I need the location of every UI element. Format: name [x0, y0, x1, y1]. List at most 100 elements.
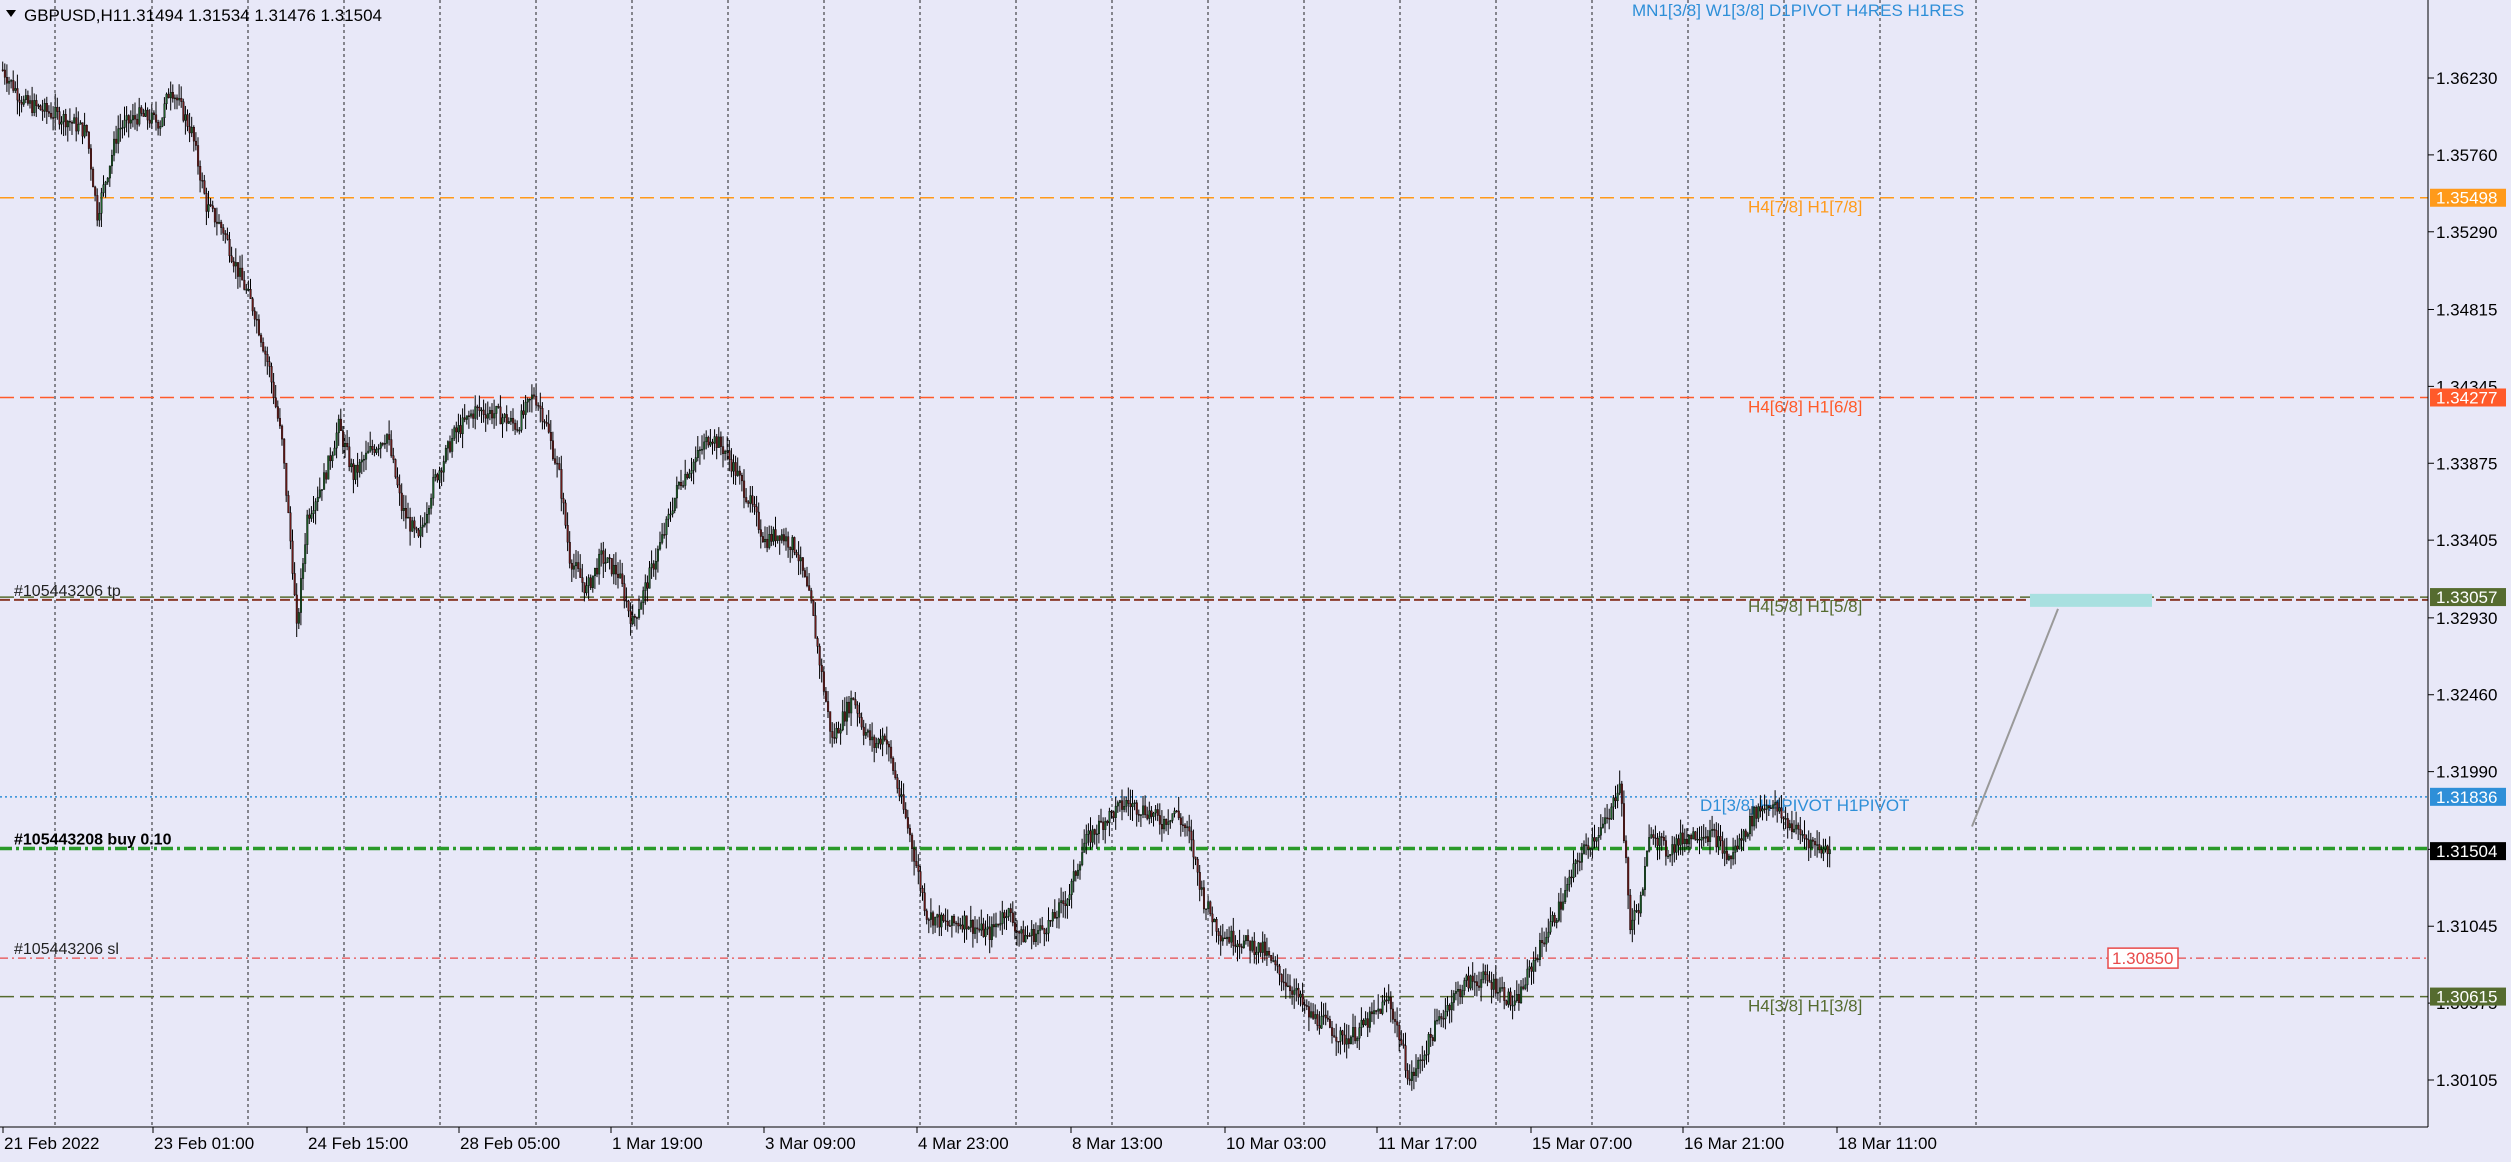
- candle-body: [1009, 908, 1012, 914]
- candle-body: [1734, 845, 1737, 853]
- candle-body: [1282, 981, 1285, 984]
- time-tick-label: 15 Mar 07:00: [1532, 1134, 1632, 1153]
- candle-body: [1137, 814, 1140, 816]
- candle-body: [890, 746, 893, 759]
- candle-body: [1669, 854, 1672, 857]
- candle-body: [1043, 928, 1046, 934]
- candle-body: [274, 397, 277, 407]
- candle-body: [163, 103, 166, 118]
- candle-body: [1156, 809, 1159, 816]
- candle-body: [1083, 842, 1086, 853]
- candle-body: [419, 526, 422, 537]
- candle-body: [304, 544, 307, 564]
- candle-body: [1467, 975, 1470, 989]
- candle-body: [759, 529, 762, 537]
- candle-body: [1694, 831, 1697, 840]
- candle-body: [730, 459, 733, 472]
- candle-body: [1793, 828, 1796, 833]
- candle-body: [1335, 1036, 1338, 1042]
- candle-body: [766, 538, 769, 548]
- candle-body: [1553, 915, 1556, 923]
- candle-body: [1509, 991, 1512, 1006]
- candle-body: [1360, 1019, 1363, 1028]
- candle-body: [722, 446, 725, 454]
- candle-body: [1389, 997, 1392, 1010]
- chart-window[interactable]: H4[7/8] H1[7/8] H4[6/8] H1[6/8] H4[5/8] H1…: [0, 0, 2511, 1157]
- time-tick-label: 23 Feb 01:00: [154, 1134, 254, 1153]
- candle-body: [1658, 836, 1661, 846]
- candle-body: [734, 462, 737, 476]
- candle-body: [627, 600, 630, 612]
- candle-body: [1635, 910, 1638, 912]
- candle-body: [1585, 844, 1588, 846]
- candle-body: [60, 121, 63, 125]
- candle-body: [953, 915, 956, 924]
- candle-body: [283, 438, 286, 464]
- candle-body: [402, 508, 405, 511]
- ohlc-values: 1.31494 1.31534 1.31476 1.31504: [122, 6, 382, 25]
- candle-body: [617, 573, 620, 578]
- candle-body: [629, 610, 632, 624]
- candle-body: [1440, 1016, 1443, 1019]
- candle-body: [864, 732, 867, 736]
- candle-body: [1053, 912, 1056, 919]
- candle-body: [661, 534, 664, 543]
- candle-body: [1341, 1030, 1344, 1036]
- candle-body: [1394, 1019, 1397, 1022]
- candle-body: [1312, 1011, 1315, 1019]
- candle-body: [386, 434, 389, 444]
- candle-body: [1398, 1024, 1401, 1040]
- candle-body: [1202, 887, 1205, 910]
- candle-body: [1488, 980, 1491, 983]
- candle-body: [1677, 838, 1680, 846]
- candle-body: [48, 111, 51, 114]
- candle-body: [1129, 803, 1132, 808]
- candle-body: [512, 417, 515, 424]
- candle-body: [1698, 838, 1701, 841]
- candle-body: [1711, 828, 1714, 831]
- candle-body: [144, 109, 147, 117]
- candle-body: [839, 729, 842, 734]
- candle-body: [1278, 965, 1281, 975]
- candle-body: [1167, 821, 1170, 825]
- candle-body: [503, 414, 506, 418]
- candle-body: [696, 450, 699, 458]
- candle-body: [1555, 920, 1558, 923]
- candle-body: [986, 926, 989, 930]
- candle-body: [535, 395, 538, 406]
- candle-body: [1068, 894, 1071, 900]
- candle-body: [468, 415, 471, 417]
- candle-body: [1517, 994, 1520, 1004]
- candle-body: [1291, 990, 1294, 995]
- candle-body: [829, 711, 832, 732]
- candle-body: [1719, 836, 1722, 841]
- candle-body: [1028, 935, 1031, 937]
- candle-body: [990, 924, 993, 940]
- candle-body: [1240, 946, 1243, 948]
- candle-body: [1087, 830, 1090, 835]
- candle-body: [1265, 950, 1268, 956]
- time-tick-label: 21 Feb 2022: [4, 1134, 99, 1153]
- candle-body: [1811, 839, 1814, 842]
- candle-body: [1102, 821, 1105, 830]
- candle-body: [150, 112, 153, 124]
- candle-body: [810, 590, 813, 602]
- candle-body: [423, 522, 426, 526]
- price-chart[interactable]: H4[7/8] H1[7/8]H4[6/8] H1[6/8]H4[5/8] H1…: [0, 0, 2511, 1157]
- candle-body: [285, 462, 288, 496]
- candle-body: [671, 510, 674, 515]
- candle-body: [226, 234, 229, 240]
- candle-body: [1780, 807, 1783, 819]
- candle-body: [1742, 830, 1745, 841]
- candle-body: [552, 440, 555, 459]
- candle-body: [1106, 820, 1109, 824]
- candle-body: [251, 298, 254, 312]
- candle-body: [37, 105, 40, 107]
- candle-body: [1064, 903, 1067, 906]
- candle-body: [1175, 810, 1178, 813]
- candle-body: [787, 536, 790, 548]
- candle-body: [1566, 884, 1569, 891]
- candle-body: [169, 92, 172, 99]
- candle-body: [892, 757, 895, 771]
- candle-body: [1314, 1014, 1317, 1019]
